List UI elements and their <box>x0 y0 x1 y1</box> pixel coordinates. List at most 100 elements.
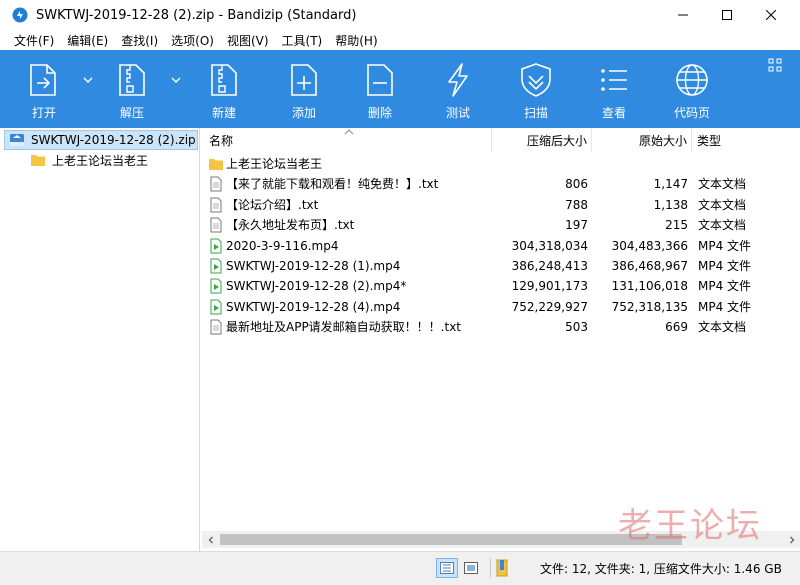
column-type[interactable]: 类型 <box>692 128 782 152</box>
codepage-button[interactable]: 代码页 <box>666 50 718 128</box>
file-type: MP4 文件 <box>698 299 752 314</box>
text-file-icon <box>210 176 222 192</box>
file-row[interactable]: 上老王论坛当老王 <box>202 154 782 174</box>
file-name: SWKTWJ-2019-12-28 (1).mp4 <box>226 259 401 273</box>
file-row[interactable]: SWKTWJ-2019-12-28 (2).mp4* 129,901,173 131… <box>202 276 782 296</box>
icon-view-button[interactable] <box>460 558 482 578</box>
lightning-icon <box>448 63 468 97</box>
status-text: 文件: 12, 文件夹: 1, 压缩文件大小: 1.46 GB <box>540 562 782 576</box>
delete-label: 删除 <box>367 106 392 120</box>
scan-label: 扫描 <box>523 106 548 120</box>
minimize-button[interactable] <box>660 0 706 30</box>
details-view-button[interactable] <box>436 558 458 578</box>
delete-file-icon <box>367 64 393 96</box>
new-archive-icon <box>211 64 237 96</box>
file-type: MP4 文件 <box>698 259 752 273</box>
file-original-size: 215 <box>665 218 688 233</box>
add-button[interactable]: 添加 <box>280 50 328 128</box>
title-bar: SWKTWJ-2019-12-28 (2).zip - Bandizip (St… <box>0 0 800 30</box>
menu-help[interactable]: 帮助(H) <box>329 32 384 49</box>
codepage-label: 代码页 <box>673 106 710 120</box>
extract-icon <box>119 64 145 96</box>
file-name: 【论坛介绍】.txt <box>226 197 319 212</box>
extract-label: 解压 <box>119 106 144 120</box>
menu-view[interactable]: 视图(V) <box>221 32 276 49</box>
file-row[interactable]: 【论坛介绍】.txt 788 1,138 文本文档 <box>202 195 782 215</box>
menu-edit[interactable]: 编辑(E) <box>61 32 115 49</box>
status-separator <box>490 558 491 578</box>
tree-item-archive[interactable]: SWKTWJ-2019-12-28 (2).zip <box>4 130 198 150</box>
chevron-right-icon <box>789 536 794 543</box>
menu-find[interactable]: 查找(I) <box>115 32 165 49</box>
file-compressed-size: 788 <box>565 197 588 212</box>
file-type: 文本文档 <box>698 320 747 335</box>
extract-dropdown-chevron-icon[interactable] <box>170 74 182 86</box>
test-label: 测试 <box>445 106 470 120</box>
column-header: 名称 压缩后大小 原始大小 类型 <box>202 128 782 152</box>
column-compressed-size[interactable]: 压缩后大小 <box>492 128 592 152</box>
column-original-size[interactable]: 原始大小 <box>592 128 692 152</box>
maximize-button[interactable] <box>704 0 750 30</box>
scroll-thumb[interactable] <box>220 534 682 545</box>
file-compressed-size: 386,248,413 <box>511 259 588 273</box>
menu-bar: 文件(F) 编辑(E) 查找(I) 选项(O) 视图(V) 工具(T) 帮助(H… <box>0 30 800 50</box>
delete-button[interactable]: 删除 <box>356 50 404 128</box>
file-compressed-size: 806 <box>565 177 588 192</box>
file-row[interactable]: 最新地址及APP请发邮箱自动获取！！！.txt 503 669 文本文档 <box>202 317 782 337</box>
file-type: 文本文档 <box>698 197 747 212</box>
file-type: MP4 文件 <box>698 238 752 253</box>
menu-file[interactable]: 文件(F) <box>8 32 61 49</box>
open-icon <box>30 64 56 96</box>
tree-item-archive-label: SWKTWJ-2019-12-28 (2).zip <box>31 133 196 147</box>
folder-icon <box>31 155 45 166</box>
open-dropdown-chevron-icon[interactable] <box>82 74 94 86</box>
file-compressed-size <box>492 154 588 174</box>
maximize-icon <box>722 10 732 20</box>
menu-tools[interactable]: 工具(T) <box>276 32 330 49</box>
add-label: 添加 <box>291 106 316 120</box>
menu-options[interactable]: 选项(O) <box>165 32 221 49</box>
file-original-size: 304,483,366 <box>611 238 688 253</box>
file-original-size: 1,138 <box>653 197 688 212</box>
file-original-size <box>592 154 688 174</box>
tree-item-folder[interactable]: 上老王论坛当老王 <box>30 150 148 170</box>
icon-view-icon <box>464 562 478 574</box>
file-original-size: 131,106,018 <box>611 279 688 294</box>
status-bar: 文件: 12, 文件夹: 1, 压缩文件大小: 1.46 GB <box>0 551 800 585</box>
toolbar-menu-icon[interactable] <box>768 58 782 72</box>
list-view-icon <box>601 69 627 91</box>
open-button[interactable]: 打开 <box>22 50 66 128</box>
scan-button[interactable]: 扫描 <box>512 50 560 128</box>
extract-button[interactable]: 解压 <box>108 50 156 128</box>
file-original-size: 669 <box>665 320 688 335</box>
scroll-left-button[interactable] <box>202 531 219 548</box>
test-button[interactable]: 测试 <box>434 50 482 128</box>
file-name: SWKTWJ-2019-12-28 (4).mp4 <box>226 299 401 314</box>
file-row[interactable]: SWKTWJ-2019-12-28 (4).mp4 752,229,927 752,… <box>202 297 782 317</box>
file-list: 名称 压缩后大小 原始大小 类型 上老王论坛当老王 【来了就能下载和观看！纯免费！… <box>202 128 800 548</box>
view-button[interactable]: 查看 <box>590 50 638 128</box>
file-compressed-size: 129,901,173 <box>511 279 588 294</box>
close-button[interactable] <box>748 0 794 30</box>
file-row[interactable]: SWKTWJ-2019-12-28 (1).mp4 386,248,413 386,… <box>202 256 782 276</box>
new-archive-button[interactable]: 新建 <box>200 50 248 128</box>
file-row[interactable]: 【来了就能下载和观看！纯免费！】.txt 806 1,147 文本文档 <box>202 174 782 194</box>
file-compressed-size: 503 <box>565 320 588 335</box>
horizontal-scrollbar[interactable] <box>202 531 800 548</box>
sort-ascending-icon <box>344 129 354 135</box>
file-type: 文本文档 <box>698 218 747 233</box>
scroll-right-button[interactable] <box>783 531 800 548</box>
file-row[interactable]: 【永久地址发布页】.txt 197 215 文本文档 <box>202 215 782 235</box>
bandizip-app-icon <box>12 7 28 23</box>
file-original-size: 1,147 <box>653 177 688 192</box>
shield-icon <box>521 63 551 97</box>
text-file-icon <box>210 217 222 233</box>
video-file-icon <box>210 299 222 315</box>
file-type: 文本文档 <box>698 177 747 192</box>
zip-archive-icon <box>10 134 24 146</box>
archive-info-icon <box>496 559 508 577</box>
file-row[interactable]: 2020-3-9-116.mp4 304,318,034 304,483,366 MP… <box>202 236 782 256</box>
new-label: 新建 <box>211 106 236 120</box>
tree-item-folder-label: 上老王论坛当老王 <box>52 153 149 168</box>
video-file-icon <box>210 258 222 274</box>
